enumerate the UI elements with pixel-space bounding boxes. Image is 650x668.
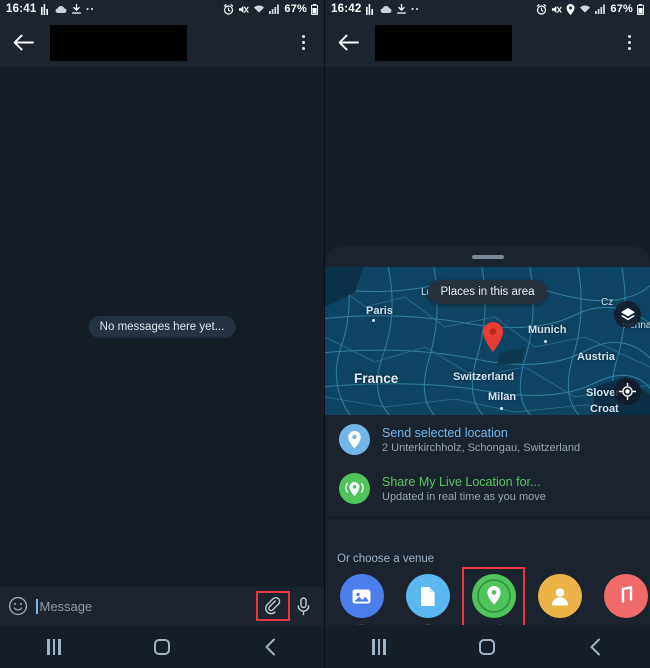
nav-recents-button[interactable] <box>29 630 79 664</box>
send-location-address: 2 Unterkirchholz, Schongau, Switzerland <box>382 441 581 454</box>
signal-icon <box>269 4 280 14</box>
overflow-menu-button[interactable] <box>618 30 640 56</box>
download-icon <box>397 4 407 14</box>
venue-item-file[interactable]: File <box>403 574 452 625</box>
redacted-chat-title <box>50 24 187 61</box>
nav-home-button[interactable] <box>137 630 187 664</box>
attach-highlight-box <box>256 591 290 621</box>
live-location-icon <box>339 473 370 504</box>
message-input[interactable]: Message <box>36 598 256 614</box>
music-icon <box>603 574 648 618</box>
places-in-this-area-chip[interactable]: Places in this area <box>427 280 548 304</box>
more-dots-icon <box>86 7 95 11</box>
gallery-icon <box>339 574 384 618</box>
status-time: 16:41 <box>6 3 37 15</box>
equalizer-icon <box>41 3 50 15</box>
share-live-location-row[interactable]: Share My Live Location for... Updated in… <box>325 464 650 513</box>
battery-icon <box>637 3 644 15</box>
send-location-title: Send selected location <box>382 425 508 440</box>
sheet-divider <box>325 517 650 518</box>
emoji-icon[interactable] <box>8 596 28 616</box>
sheet-drag-handle[interactable] <box>471 255 504 259</box>
venue-picker: Or choose a venue Gallery File <box>325 543 650 625</box>
alarm-icon <box>536 3 547 15</box>
status-bar-right: 67% <box>223 3 318 15</box>
status-bar: 16:42 67% <box>325 0 650 18</box>
location-icon <box>566 3 575 15</box>
send-selected-location-row[interactable]: Send selected location 2 Unterkirchholz,… <box>325 415 650 464</box>
live-location-title: Share My Live Location for... <box>382 474 541 489</box>
file-icon <box>405 574 450 618</box>
contact-icon <box>537 574 582 618</box>
nav-back-button[interactable] <box>571 630 621 664</box>
app-toolbar <box>0 18 324 67</box>
cloud-icon <box>380 5 392 14</box>
venue-item-gallery[interactable]: Gallery <box>337 574 386 625</box>
message-placeholder: Message <box>39 598 93 614</box>
mute-icon <box>551 4 562 15</box>
alarm-icon <box>223 3 234 15</box>
message-composer: Message <box>0 587 324 625</box>
dual-screenshot: 16:41 67% No messages here yet... Messag… <box>0 0 650 668</box>
wifi-icon <box>253 4 265 14</box>
venue-item-location[interactable]: Location <box>462 567 525 625</box>
map-marker-pin <box>482 322 504 352</box>
live-location-text: Share My Live Location for... Updated in… <box>382 475 546 503</box>
map-city-dot <box>372 319 375 322</box>
signal-icon <box>595 4 606 14</box>
live-location-subtitle: Updated in real time as you move <box>382 490 546 503</box>
status-bar-right: 67% <box>536 3 644 15</box>
location-attachment-sheet: Paris Luxembourg Munich Cz vienna Austri… <box>325 247 650 625</box>
chat-message-area: No messages here yet... <box>0 67 324 607</box>
status-bar: 16:41 67% <box>0 0 324 18</box>
nav-home-button[interactable] <box>462 630 512 664</box>
map-layers-button[interactable] <box>614 301 641 328</box>
mute-icon <box>238 4 249 15</box>
map-city-dot <box>544 340 547 343</box>
battery-icon <box>311 3 318 15</box>
status-bar-left: 16:42 <box>331 3 420 15</box>
back-button[interactable] <box>10 30 36 56</box>
left-phone-screen: 16:41 67% No messages here yet... Messag… <box>0 0 325 668</box>
voice-record-button[interactable] <box>290 593 316 619</box>
map-preview[interactable]: Paris Luxembourg Munich Cz vienna Austri… <box>325 267 650 415</box>
my-location-button[interactable] <box>614 378 641 405</box>
download-icon <box>72 4 82 14</box>
map-city-dot <box>500 407 503 410</box>
more-dots-icon <box>411 7 420 11</box>
app-toolbar <box>325 18 650 67</box>
equalizer-icon <box>366 3 375 15</box>
status-bar-left: 16:41 <box>6 3 95 15</box>
battery-percent: 67% <box>284 3 307 15</box>
overflow-menu-button[interactable] <box>292 30 314 56</box>
venue-item-contact[interactable]: Contact <box>535 574 584 625</box>
cloud-icon <box>55 5 67 14</box>
battery-percent: 67% <box>610 3 633 15</box>
venue-picker-title: Or choose a venue <box>337 553 435 565</box>
send-location-text: Send selected location 2 Unterkirchholz,… <box>382 426 580 454</box>
text-caret <box>36 598 38 614</box>
location-icon <box>471 574 516 618</box>
attach-button[interactable] <box>256 591 290 621</box>
system-nav-bar <box>0 625 324 668</box>
right-phone-screen: 16:42 67% Paris Munich Cz vienna Austria… <box>325 0 650 668</box>
back-button[interactable] <box>335 30 361 56</box>
wifi-icon <box>579 4 591 14</box>
status-time: 16:42 <box>331 3 362 15</box>
redacted-chat-title <box>375 24 512 61</box>
location-pin-icon <box>339 424 370 455</box>
empty-chat-notice: No messages here yet... <box>88 316 236 338</box>
venue-item-music[interactable]: Mu <box>601 574 650 625</box>
system-nav-bar <box>325 625 650 668</box>
nav-recents-button[interactable] <box>354 630 404 664</box>
venue-list: Gallery File Location <box>337 567 650 625</box>
nav-back-button[interactable] <box>245 630 295 664</box>
